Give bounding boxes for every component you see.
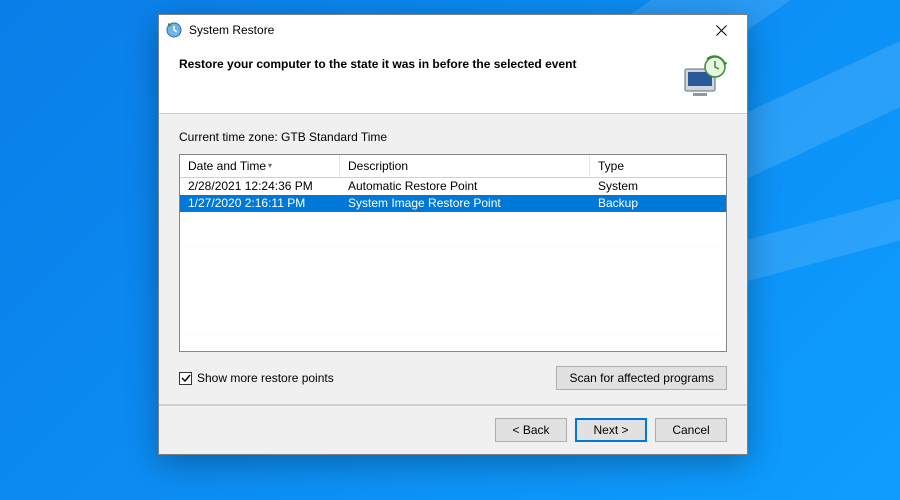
column-header-date[interactable]: Date and Time▾ [180, 155, 340, 177]
cell-date: 2/28/2021 12:24:36 PM [180, 178, 340, 195]
column-header-description[interactable]: Description [340, 155, 590, 177]
timezone-label: Current time zone: GTB Standard Time [179, 130, 727, 144]
restore-points-list: Date and Time▾ Description Type 2/28/202… [179, 154, 727, 352]
close-button[interactable] [701, 15, 741, 45]
table-row[interactable]: 1/27/2020 2:16:11 PM System Image Restor… [180, 195, 726, 212]
listview-body: 2/28/2021 12:24:36 PM Automatic Restore … [180, 178, 726, 351]
cell-type: Backup [590, 195, 726, 212]
next-button[interactable]: Next > [575, 418, 647, 442]
titlebar: System Restore [159, 15, 747, 45]
wizard-footer: < Back Next > Cancel [159, 405, 747, 454]
column-header-type[interactable]: Type [590, 155, 726, 177]
window-title: System Restore [189, 23, 274, 37]
cell-type: System [590, 178, 726, 195]
sort-descending-icon: ▾ [268, 161, 272, 170]
close-icon [716, 25, 727, 36]
back-button[interactable]: < Back [495, 418, 567, 442]
cell-date: 1/27/2020 2:16:11 PM [180, 195, 340, 212]
header-strip: Restore your computer to the state it wa… [159, 45, 747, 113]
scan-affected-button[interactable]: Scan for affected programs [556, 366, 727, 390]
checkbox-box [179, 372, 192, 385]
content-area: Current time zone: GTB Standard Time Dat… [159, 114, 747, 404]
page-heading: Restore your computer to the state it wa… [179, 55, 681, 71]
column-label: Date and Time [188, 159, 266, 173]
system-restore-icon [165, 21, 183, 39]
cell-description: System Image Restore Point [340, 195, 590, 212]
cancel-button[interactable]: Cancel [655, 418, 727, 442]
cell-description: Automatic Restore Point [340, 178, 590, 195]
checkbox-label: Show more restore points [197, 371, 334, 385]
listview-header: Date and Time▾ Description Type [180, 155, 726, 178]
checkmark-icon [181, 373, 191, 383]
system-restore-window: System Restore Restore your computer to … [158, 14, 748, 455]
show-more-checkbox[interactable]: Show more restore points [179, 371, 334, 385]
restore-hero-icon [681, 55, 727, 101]
table-row[interactable]: 2/28/2021 12:24:36 PM Automatic Restore … [180, 178, 726, 195]
